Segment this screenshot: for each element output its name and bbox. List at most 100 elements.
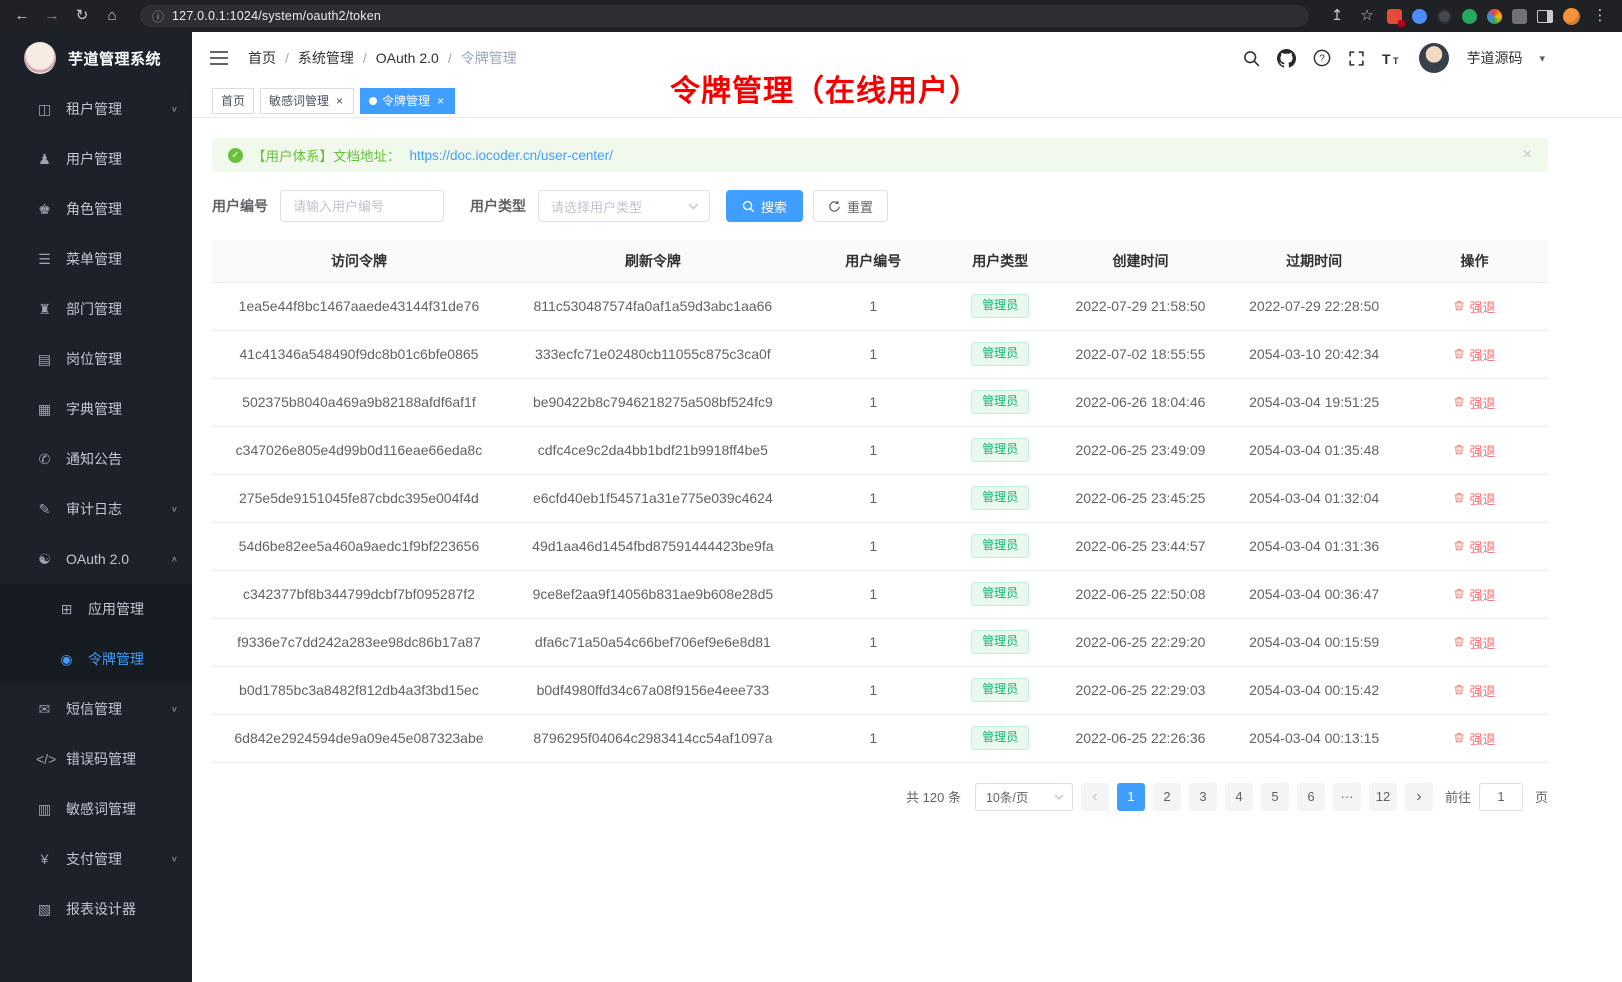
share-icon[interactable]: ↥: [1327, 0, 1347, 32]
force-logout-button[interactable]: 强退: [1453, 393, 1495, 412]
user-id-input[interactable]: [280, 190, 444, 222]
back-icon[interactable]: ←: [12, 0, 32, 32]
table-row: 6d842e2924594de9a09e45e087323abe 8796295…: [212, 714, 1548, 762]
table-row: b0d1785bc3a8482f812db4a3f3bd15ec b0df498…: [212, 666, 1548, 714]
next-page-button[interactable]: ›: [1405, 783, 1433, 811]
force-logout-button[interactable]: 强退: [1453, 729, 1495, 748]
reload-icon[interactable]: ↻: [72, 0, 92, 32]
fullscreen-icon[interactable]: [1348, 50, 1365, 67]
page-size-select[interactable]: 10条/页: [975, 783, 1073, 811]
collapse-sidebar-icon[interactable]: [210, 51, 228, 65]
user-type-badge: 管理员: [971, 294, 1029, 318]
app-logo[interactable]: 芋道管理系统: [0, 32, 192, 84]
user-type-cell: 管理员: [947, 426, 1054, 474]
force-logout-button[interactable]: 强退: [1453, 489, 1495, 508]
close-icon[interactable]: ×: [334, 94, 345, 108]
doc-link[interactable]: https://doc.iocoder.cn/user-center/: [410, 148, 613, 163]
page-button-1[interactable]: 1: [1117, 783, 1145, 811]
url-text: 127.0.0.1:1024/system/oauth2/token: [172, 9, 381, 23]
force-logout-button[interactable]: 强退: [1453, 633, 1495, 652]
action-cell: 强退: [1401, 570, 1548, 618]
sidebar-item-report-designer[interactable]: ▧ 报表设计器: [0, 884, 192, 934]
sensitive-word-icon: ▥: [36, 801, 53, 818]
action-cell: 强退: [1401, 330, 1548, 378]
help-icon[interactable]: ?: [1313, 49, 1331, 67]
access-token-cell: 6d842e2924594de9a09e45e087323abe: [212, 714, 506, 762]
github-icon[interactable]: [1277, 49, 1296, 68]
page-button-12[interactable]: 12: [1369, 783, 1397, 811]
browser-menu-icon[interactable]: ⋮: [1590, 0, 1610, 32]
sidebar-item-pay-management[interactable]: ¥ 支付管理 ∨: [0, 834, 192, 884]
sidebar-item-audit-log[interactable]: ✎ 审计日志 ∨: [0, 484, 192, 534]
force-logout-button[interactable]: 强退: [1453, 681, 1495, 700]
sidebar-item-dept-management[interactable]: ♜ 部门管理: [0, 284, 192, 334]
extension-icon-green[interactable]: [1462, 9, 1477, 24]
sidebar-item-sensitive-word[interactable]: ▥ 敏感词管理: [0, 784, 192, 834]
extension-icon-red[interactable]: [1387, 9, 1402, 24]
action-cell: 强退: [1401, 618, 1548, 666]
tab-token-management[interactable]: 令牌管理 ×: [360, 88, 455, 114]
page-button-2[interactable]: 2: [1153, 783, 1181, 811]
force-logout-button[interactable]: 强退: [1453, 537, 1495, 556]
created-time-cell: 2022-07-29 21:58:50: [1054, 282, 1228, 330]
bookmark-star-icon[interactable]: ☆: [1357, 0, 1377, 32]
tab-home[interactable]: 首页: [212, 88, 254, 114]
page-button-3[interactable]: 3: [1189, 783, 1217, 811]
reset-button[interactable]: 重置: [813, 190, 888, 222]
sidebar-item-menu-management[interactable]: ☰ 菜单管理: [0, 234, 192, 284]
chevron-down-icon[interactable]: ▾: [1539, 52, 1545, 65]
force-logout-button[interactable]: 强退: [1453, 345, 1495, 364]
close-icon[interactable]: ×: [1523, 146, 1532, 164]
extension-icon-dark[interactable]: [1437, 9, 1452, 24]
force-logout-button[interactable]: 强退: [1453, 297, 1495, 316]
refresh-token-cell: e6cfd40eb1f54571a31e775e039c4624: [506, 474, 800, 522]
font-size-icon[interactable]: TT: [1382, 51, 1402, 66]
profile-avatar[interactable]: [1563, 8, 1580, 25]
sidebar-item-dict-management[interactable]: ▦ 字典管理: [0, 384, 192, 434]
sidebar-item-oauth2[interactable]: ☯ OAuth 2.0 ∧: [0, 534, 192, 584]
goto-page-input[interactable]: [1479, 783, 1523, 811]
navbar-tools: ? TT 芋道源码 ▾: [1243, 43, 1545, 73]
sidebar-item-tenant-management[interactable]: ◫ 租户管理 ∨: [0, 84, 192, 134]
more-pages-button[interactable]: ···: [1333, 783, 1361, 811]
force-logout-button[interactable]: 强退: [1453, 585, 1495, 604]
breadcrumb-system-management[interactable]: 系统管理: [276, 48, 354, 68]
home-icon[interactable]: ⌂: [102, 0, 122, 32]
sidebar-item-oauth2-token[interactable]: ◉ 令牌管理: [0, 634, 192, 684]
side-panel-icon[interactable]: [1537, 10, 1553, 23]
breadcrumb-oauth2[interactable]: OAuth 2.0: [354, 50, 439, 66]
sidebar-item-sms-management[interactable]: ✉ 短信管理 ∨: [0, 684, 192, 734]
search-button[interactable]: 搜索: [726, 190, 803, 222]
user-type-select[interactable]: 请选择用户类型: [538, 190, 710, 222]
user-id-cell: 1: [800, 666, 947, 714]
col-access-token: 访问令牌: [212, 240, 506, 282]
search-icon[interactable]: [1243, 50, 1260, 67]
site-info-icon[interactable]: ⓘ: [152, 8, 164, 25]
close-icon[interactable]: ×: [435, 94, 446, 108]
extensions-puzzle-icon[interactable]: [1512, 9, 1527, 24]
sidebar-item-notice[interactable]: ✆ 通知公告: [0, 434, 192, 484]
user-type-badge: 管理员: [971, 678, 1029, 702]
page-button-4[interactable]: 4: [1225, 783, 1253, 811]
username[interactable]: 芋道源码: [1466, 48, 1522, 68]
browser-chrome: ← → ↻ ⌂ ⓘ 127.0.0.1:1024/system/oauth2/t…: [0, 0, 1622, 32]
sidebar-item-error-code[interactable]: </> 错误码管理: [0, 734, 192, 784]
url-bar[interactable]: ⓘ 127.0.0.1:1024/system/oauth2/token: [140, 5, 1309, 27]
prev-page-button[interactable]: ‹: [1081, 783, 1109, 811]
extension-icon-colorful[interactable]: [1487, 9, 1502, 24]
sidebar-item-post-management[interactable]: ▤ 岗位管理: [0, 334, 192, 384]
page-button-5[interactable]: 5: [1261, 783, 1289, 811]
extension-icon-blue[interactable]: [1412, 9, 1427, 24]
force-logout-button[interactable]: 强退: [1453, 441, 1495, 460]
breadcrumb-home[interactable]: 首页: [248, 48, 276, 68]
user-avatar[interactable]: [1419, 43, 1449, 73]
sidebar-item-oauth2-app[interactable]: ⊞ 应用管理: [0, 584, 192, 634]
page-button-6[interactable]: 6: [1297, 783, 1325, 811]
tab-sensitive-word[interactable]: 敏感词管理 ×: [260, 88, 354, 114]
top-navbar: 首页 系统管理 OAuth 2.0 令牌管理 ? TT: [192, 32, 1622, 84]
created-time-cell: 2022-06-25 22:50:08: [1054, 570, 1228, 618]
sidebar-item-user-management[interactable]: ♟ 用户管理: [0, 134, 192, 184]
expire-time-cell: 2054-03-10 20:42:34: [1227, 330, 1401, 378]
forward-icon[interactable]: →: [42, 0, 62, 32]
sidebar-item-role-management[interactable]: ♚ 角色管理: [0, 184, 192, 234]
